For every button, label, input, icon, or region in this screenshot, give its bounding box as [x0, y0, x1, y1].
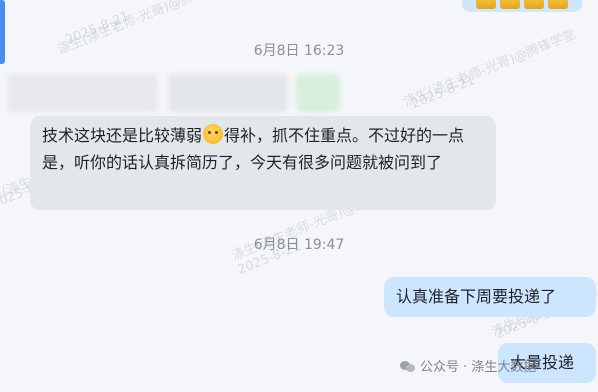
- redacted-block: [8, 74, 158, 112]
- incoming-message-bubble[interactable]: 技术这块还是比较薄弱 得补，抓不住重点。不过好的一点是，听你的话认真拆简历了，今天…: [30, 116, 496, 210]
- message-timestamp: 6月8日 19:47: [253, 237, 345, 253]
- outgoing-message-partial[interactable]: [462, 0, 582, 12]
- redacted-block: [168, 74, 288, 112]
- watermark-text: 2025-8-21: [409, 72, 478, 113]
- account-attribution: 公众号 · 涤生大数据: [400, 356, 536, 375]
- cheer-emoji-icon: [476, 0, 496, 9]
- message-timestamp: 6月8日 16:23: [253, 43, 345, 59]
- message-text: 技术这块还是比较薄弱: [42, 126, 203, 145]
- cheer-emoji-icon: [500, 0, 520, 9]
- pleading-face-icon: [203, 124, 224, 144]
- redacted-block: [296, 74, 340, 112]
- account-label: 公众号 · 涤生大数据: [420, 360, 537, 375]
- cheer-emoji-icon: [524, 0, 544, 9]
- message-text: 认真准备下周要投递了: [396, 287, 557, 306]
- cheer-emoji-icon: [548, 0, 568, 9]
- redacted-message: [8, 74, 343, 112]
- outgoing-message-bubble[interactable]: 认真准备下周要投递了: [384, 277, 596, 317]
- wechat-icon: [400, 359, 416, 373]
